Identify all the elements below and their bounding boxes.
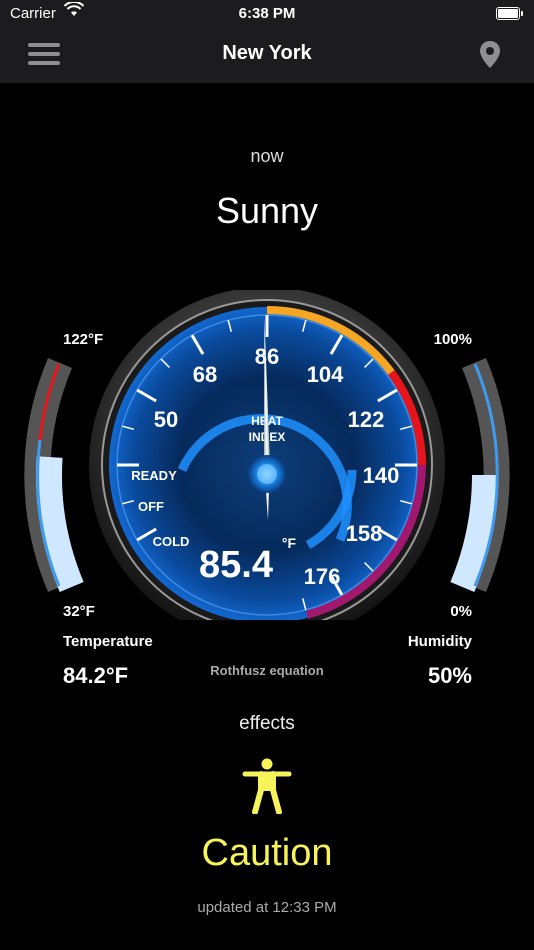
clock-time: 6:38 PM (238, 5, 296, 22)
temperature-meter (24, 357, 84, 593)
heat-index-reading: 85.4 (199, 544, 273, 586)
humidity-meter (450, 357, 510, 593)
weather-condition: Sunny (215, 190, 319, 231)
status-bar: Carrier 6:38 PM (0, 0, 534, 28)
person-figure-icon (241, 758, 293, 819)
inner-label-off: OFF (138, 499, 164, 514)
scale-label-176: 176 (304, 564, 341, 589)
location-pin-icon (480, 41, 500, 68)
period-label: now (250, 146, 284, 166)
inner-label-cold: COLD (153, 534, 190, 549)
humidity-min-label: 0% (450, 603, 472, 620)
scale-label-140: 140 (363, 463, 400, 488)
scale-label-158: 158 (346, 521, 383, 546)
updated-timestamp: updated at 12:33 PM (197, 899, 337, 916)
humidity-max-label: 100% (433, 331, 472, 348)
location-button[interactable] (478, 40, 502, 70)
city-title: New York (222, 42, 312, 64)
scale-label-68: 68 (193, 362, 217, 387)
humidity-label: Humidity (407, 633, 472, 650)
navigation-bar: New York (0, 28, 534, 83)
temperature-min-label: 32°F (63, 603, 95, 620)
effect-level: Caution (201, 832, 333, 874)
scale-label-50: 50 (154, 407, 178, 432)
scale-label-104: 104 (307, 362, 344, 387)
temperature-label: Temperature (63, 633, 153, 650)
equation-label: Rothfusz equation (210, 663, 324, 678)
heat-index-unit: °F (282, 535, 297, 551)
effects-label: effects (239, 713, 295, 734)
inner-label-ready: READY (131, 468, 177, 483)
battery-icon (496, 7, 523, 20)
temperature-max-label: 122°F (63, 331, 104, 348)
scale-label-122: 122 (348, 407, 385, 432)
scale-label-86: 86 (255, 344, 279, 369)
